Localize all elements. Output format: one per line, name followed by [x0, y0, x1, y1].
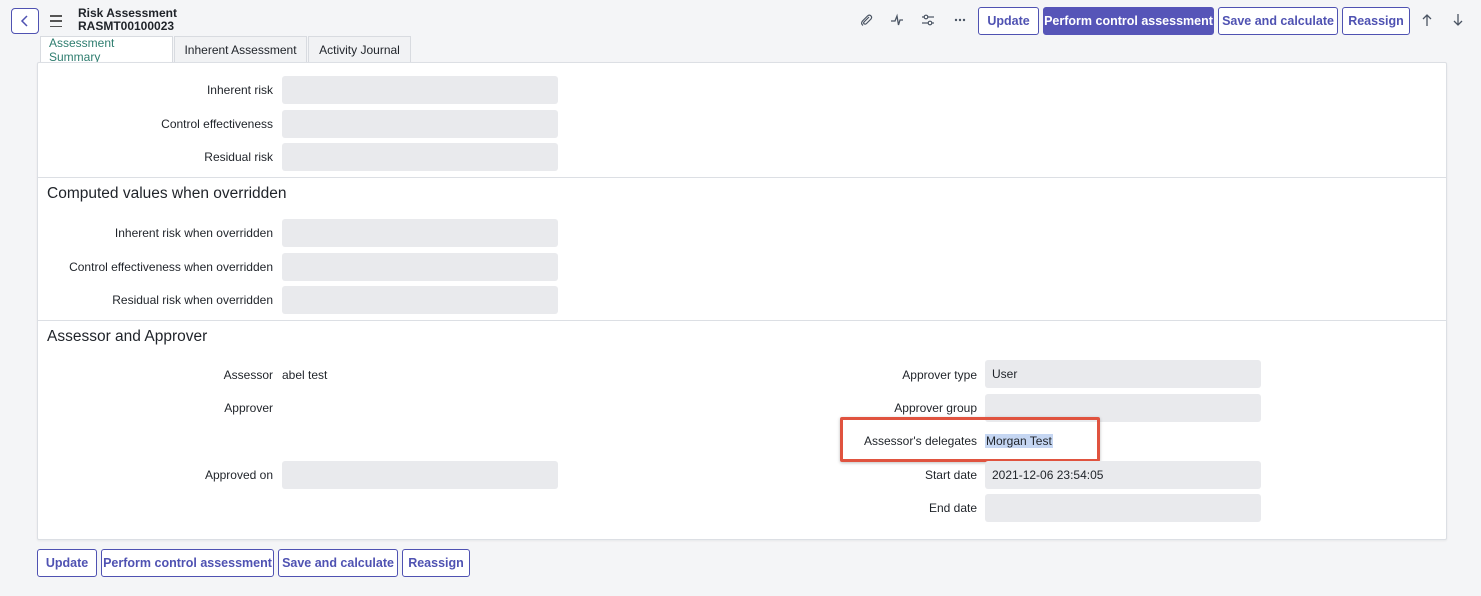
tab-inherent-assessment[interactable]: Inherent Assessment — [174, 36, 307, 62]
approver-type-field[interactable]: User — [985, 360, 1261, 388]
start-date-field[interactable]: 2021-12-06 23:54:05 — [985, 461, 1261, 489]
next-record-button[interactable] — [1449, 10, 1467, 30]
section-title-assessor: Assessor and Approver — [47, 328, 208, 345]
back-icon — [20, 15, 28, 27]
assessors-delegates-value[interactable]: Morgan Test — [985, 434, 1053, 448]
footer-reassign-button[interactable]: Reassign — [402, 549, 470, 577]
settings-icon[interactable] — [918, 10, 938, 30]
approver-type-label: Approver type — [902, 368, 977, 382]
end-date-field[interactable] — [985, 494, 1261, 522]
form-panel: Inherent risk Control effectiveness Resi… — [37, 62, 1447, 540]
back-button[interactable] — [11, 8, 39, 34]
approver-group-label: Approver group — [894, 401, 977, 415]
tab-activity-journal[interactable]: Activity Journal — [308, 36, 411, 62]
attachment-icon[interactable] — [856, 10, 876, 30]
approved-on-label: Approved on — [204, 468, 273, 482]
inherent-risk-overridden-label: Inherent risk when overridden — [114, 226, 273, 240]
assessor-label: Assessor — [223, 368, 273, 382]
control-effectiveness-overridden-label: Control effectiveness when overridden — [69, 260, 273, 274]
previous-record-button[interactable] — [1418, 10, 1436, 30]
end-date-label: End date — [928, 501, 977, 515]
tab-assessment-summary[interactable]: Assessment Summary — [40, 36, 173, 64]
update-button[interactable]: Update — [978, 7, 1039, 35]
control-effectiveness-overridden-field[interactable] — [282, 253, 558, 281]
section-title-computed: Computed values when overridden — [47, 185, 287, 202]
footer-update-button[interactable]: Update — [37, 549, 97, 577]
menu-icon[interactable] — [50, 14, 62, 28]
inherent-risk-field[interactable] — [282, 76, 558, 104]
residual-risk-label: Residual risk — [204, 150, 273, 164]
up-arrow-icon — [1422, 14, 1432, 26]
approved-on-field[interactable] — [282, 461, 558, 489]
assessor-value[interactable]: abel test — [282, 368, 327, 382]
start-date-label: Start date — [924, 468, 977, 482]
down-arrow-icon — [1453, 14, 1463, 26]
more-icon[interactable] — [950, 10, 970, 30]
footer-perform-control-assessment-button[interactable]: Perform control assessment — [101, 549, 274, 577]
delegates-selected-text[interactable]: Morgan Test — [985, 434, 1053, 448]
reassign-button[interactable]: Reassign — [1342, 7, 1410, 35]
save-and-calculate-button[interactable]: Save and calculate — [1218, 7, 1338, 35]
residual-risk-overridden-label: Residual risk when overridden — [112, 293, 273, 307]
record-title: Risk Assessment RASMT00100023 — [78, 7, 177, 33]
record-number: RASMT00100023 — [78, 19, 175, 33]
activity-icon[interactable] — [887, 10, 907, 30]
section-divider — [38, 177, 1446, 178]
inherent-risk-label: Inherent risk — [206, 83, 273, 97]
inherent-risk-overridden-field[interactable] — [282, 219, 558, 247]
footer-save-and-calculate-button[interactable]: Save and calculate — [278, 549, 398, 577]
section-divider — [38, 320, 1446, 321]
assessors-delegates-label: Assessor's delegates — [863, 434, 977, 448]
perform-control-assessment-button[interactable]: Perform control assessment — [1043, 7, 1214, 35]
control-effectiveness-label: Control effectiveness — [161, 117, 273, 131]
residual-risk-field[interactable] — [282, 143, 558, 171]
residual-risk-overridden-field[interactable] — [282, 286, 558, 314]
control-effectiveness-field[interactable] — [282, 110, 558, 138]
approver-label: Approver — [224, 401, 273, 415]
